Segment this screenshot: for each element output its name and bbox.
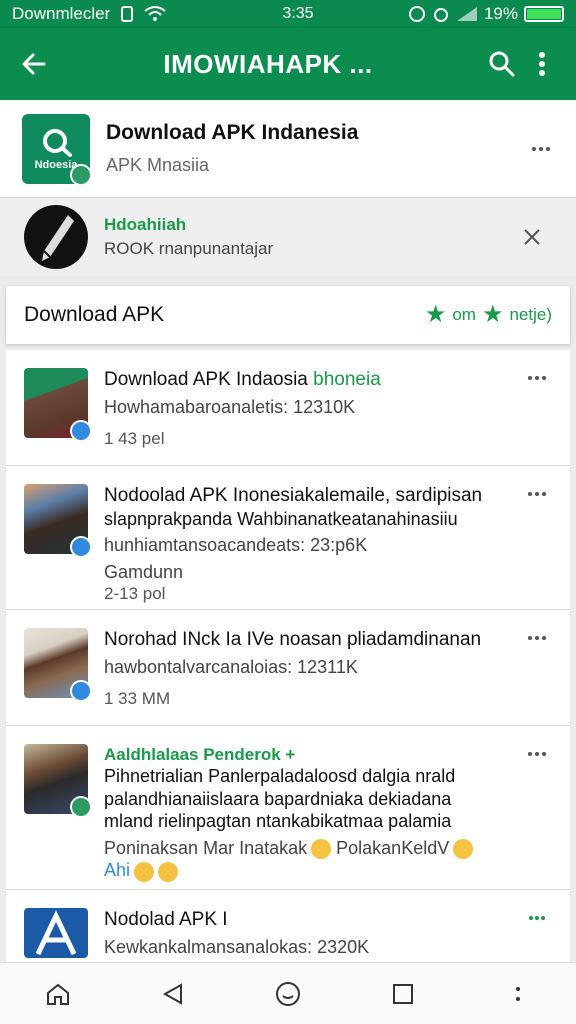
post-title-rest: noasan pliadamdinanan	[279, 629, 482, 650]
share-button[interactable]	[522, 908, 552, 928]
avatar	[24, 628, 92, 702]
smile-circle-icon	[275, 981, 300, 1006]
status-bar: Downmlecler 3:35 19%	[0, 0, 576, 28]
rating-label-2: netje)	[509, 305, 552, 324]
verified-badge-icon	[70, 420, 92, 442]
post-line: hunhiamtansoacandeats: 23:p6K	[104, 535, 368, 556]
notice-name: Hdoahiiah	[104, 215, 187, 234]
post-title: Download APK Indaosia	[104, 369, 308, 390]
verified-badge-icon	[70, 680, 92, 702]
notice-text: ROOK rnanpunantajar	[104, 239, 274, 258]
avatar	[24, 484, 92, 558]
battery-percent: 19%	[483, 4, 518, 23]
verified-badge-icon	[70, 536, 92, 558]
assistant-button[interactable]	[268, 974, 308, 1014]
share-icon	[529, 916, 545, 920]
avatar	[24, 368, 92, 442]
nav-menu-button[interactable]	[498, 974, 538, 1014]
search-icon	[489, 51, 515, 77]
app-logo: Ndoesia	[22, 113, 92, 186]
section-title: Download APK	[24, 303, 165, 326]
list-item[interactable]: Nodolad APK I Kewkankalmansanalokas: 232…	[6, 890, 570, 970]
home-icon	[46, 983, 69, 1005]
post-line: Gamdunn	[104, 561, 184, 582]
rating-label-1: om	[452, 305, 476, 324]
app-header-card[interactable]: Ndoesia Download APK Indanesia APK Mnasi…	[0, 100, 576, 198]
post-line: Pihnetrialian Panlerpaladaloosd dalgia n…	[104, 766, 456, 787]
post-title: Norohad INck Ia IVe	[104, 629, 275, 650]
verified-badge-icon	[70, 796, 92, 818]
emoji-icon	[453, 839, 474, 859]
post-title-highlight: bhoneia	[313, 369, 381, 390]
post-line: Howhamabaroanaletis: 12310K	[104, 396, 356, 417]
avatar	[24, 744, 92, 818]
bottom-navigation	[0, 962, 576, 1024]
section-header: Download APK ★ om ★ netje)	[6, 286, 570, 344]
battery-icon	[524, 6, 564, 22]
dismiss-button[interactable]	[512, 217, 552, 257]
emoji-icon	[311, 839, 332, 859]
overflow-menu-button[interactable]	[522, 44, 562, 84]
more-horiz-icon[interactable]	[522, 368, 552, 388]
post-time: 1 43 pel	[104, 429, 165, 449]
post-time: 1 33 MM	[104, 689, 171, 709]
post-line: Kewkankalmansanalokas: 2320K	[104, 936, 370, 957]
star-icon: ★	[481, 301, 504, 328]
pen-icon	[42, 215, 74, 261]
square-icon	[393, 983, 414, 1004]
more-horiz-icon[interactable]	[522, 484, 552, 504]
alarm-icon	[433, 8, 448, 22]
post-title: Nodoolad APK Inonesiakalemaile, sardipis…	[104, 485, 483, 506]
logo-magnifier-icon	[43, 128, 72, 157]
vibrate-icon	[121, 6, 134, 22]
post-line: Ahi	[104, 860, 131, 881]
back-nav-button[interactable]	[153, 974, 193, 1014]
logo-a-icon	[35, 910, 77, 956]
logo-badge	[70, 163, 92, 186]
carrier-label: Downmlecler	[12, 4, 111, 23]
more-vert-icon	[539, 52, 545, 76]
more-horiz-icon[interactable]	[526, 139, 556, 159]
post-line: palandhianaiislaara bapardniaka dekiadan…	[104, 788, 452, 809]
emoji-icon	[158, 861, 179, 882]
post-time: 2-13 pol	[104, 584, 166, 604]
more-horiz-icon[interactable]	[522, 628, 552, 648]
clock: 3:35	[282, 5, 314, 22]
app-subtitle: APK Mnasiia	[106, 155, 210, 175]
list-item[interactable]: Download APK Indaosia bhoneia Howhamabar…	[6, 350, 570, 466]
home-button[interactable]	[38, 974, 78, 1014]
app-title: IMOWIAHAPK ...	[163, 48, 373, 79]
post-title: Nodolad APK I	[104, 909, 228, 930]
list-item[interactable]: Norohad INck Ia IVe noasan pliadamdinana…	[6, 610, 570, 726]
rating-group[interactable]: ★ om ★ netje)	[425, 303, 552, 327]
signal-icon	[456, 7, 477, 21]
star-icon: ★	[424, 301, 447, 328]
post-line: mland rielinpagtan ntankabikatmaa palami…	[104, 811, 452, 832]
post-author: Aaldhlalaas Penderok +	[104, 745, 296, 764]
emoji-icon	[134, 861, 155, 882]
feed-list: Download APK Indaosia bhoneia Howhamabar…	[6, 350, 570, 970]
app-bar: IMOWIAHAPK ...	[0, 28, 576, 100]
notice-banner[interactable]: Hdoahiiah ROOK rnanpunantajar	[0, 198, 576, 276]
more-horiz-icon[interactable]	[522, 744, 552, 764]
back-triangle-icon	[162, 982, 182, 1005]
sync-icon	[408, 6, 425, 22]
post-line: PolakanKeldV	[336, 837, 450, 858]
more-vert-icon	[516, 986, 521, 1001]
app-name: Download APK Indanesia	[106, 121, 359, 144]
recents-button[interactable]	[383, 974, 423, 1014]
list-item[interactable]: Aaldhlalaas Penderok + Pihnetrialian Pan…	[6, 726, 570, 890]
notice-avatar	[24, 205, 88, 269]
search-button[interactable]	[482, 44, 522, 84]
list-item[interactable]: Nodoolad APK Inonesiakalemaile, sardipis…	[6, 466, 570, 610]
post-line: Poninaksan Mar Inatakak	[104, 837, 308, 858]
post-line: slapnprakpanda Wahbinanatkeatanahinasiiu	[104, 508, 458, 529]
arrow-left-icon	[22, 53, 46, 75]
avatar	[24, 908, 88, 958]
back-button[interactable]	[14, 44, 54, 84]
wifi-icon	[144, 6, 166, 21]
close-icon	[524, 229, 540, 245]
post-line: hawbontalvarcanaloias: 12311K	[104, 656, 358, 677]
